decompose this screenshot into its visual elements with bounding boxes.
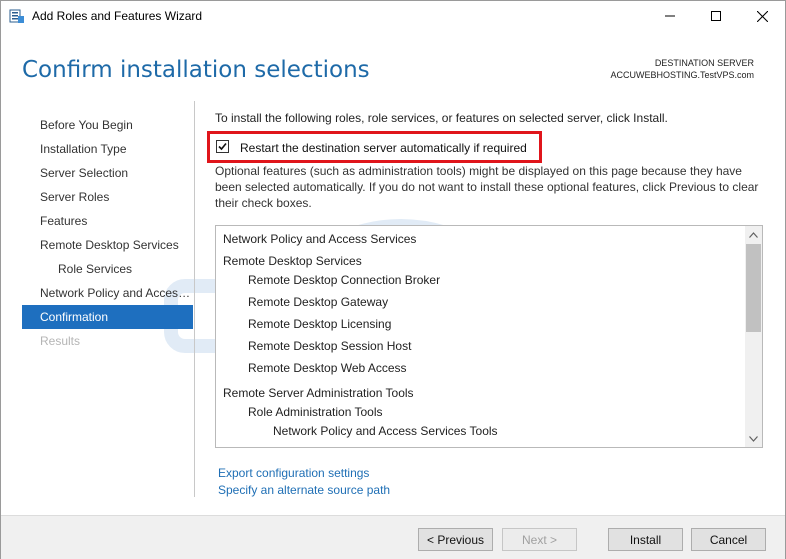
nav-item-server-roles[interactable]: Server Roles: [22, 185, 193, 209]
list-item: Network Policy and Access Services Tools: [273, 424, 498, 438]
checkmark-icon: [218, 142, 227, 151]
minimize-button[interactable]: [647, 1, 693, 31]
list-item: Remote Server Administration Tools: [223, 386, 414, 400]
alternate-source-link[interactable]: Specify an alternate source path: [218, 483, 390, 497]
maximize-icon: [711, 11, 721, 21]
scroll-down-button[interactable]: [745, 430, 762, 447]
install-button[interactable]: Install: [608, 528, 683, 551]
nav-divider: [194, 101, 195, 497]
destination-server-label: DESTINATION SERVER: [654, 58, 754, 68]
page-title: Confirm installation selections: [22, 57, 370, 83]
list-item: Remote Desktop Services: [223, 254, 362, 268]
window-title: Add Roles and Features Wizard: [32, 9, 203, 23]
selections-listbox[interactable]: Network Policy and Access Services Remot…: [215, 225, 763, 448]
destination-server-name: ACCUWEBHOSTING.TestVPS.com: [610, 70, 754, 80]
list-scrollbar[interactable]: [745, 226, 762, 447]
chevron-up-icon: [749, 231, 758, 238]
next-button[interactable]: Next >: [502, 528, 577, 551]
restart-checkbox[interactable]: [216, 140, 229, 153]
nav-item-features[interactable]: Features: [22, 209, 193, 233]
intro-text: To install the following roles, role ser…: [215, 111, 668, 125]
list-item: Role Administration Tools: [248, 405, 383, 419]
optional-features-text: Optional features (such as administratio…: [215, 164, 759, 210]
maximize-button[interactable]: [693, 1, 739, 31]
close-button[interactable]: [739, 1, 785, 31]
nav-item-remote-desktop-services[interactable]: Remote Desktop Services: [22, 233, 193, 257]
nav-item-results: Results: [40, 334, 81, 348]
cancel-button[interactable]: Cancel: [691, 528, 766, 551]
nav-item-role-services[interactable]: Role Services: [22, 257, 193, 281]
wizard-nav: Before You Begin Installation Type Serve…: [22, 113, 193, 353]
list-item: Network Policy and Access Services: [223, 232, 417, 246]
close-icon: [756, 10, 768, 22]
title-bar: Add Roles and Features Wizard: [1, 1, 785, 31]
chevron-down-icon: [749, 435, 758, 442]
nav-item-network-policy[interactable]: Network Policy and Access Services: [22, 281, 193, 305]
restart-checkbox-label[interactable]: Restart the destination server automatic…: [240, 141, 527, 155]
server-manager-icon: [9, 8, 25, 24]
export-configuration-link[interactable]: Export configuration settings: [218, 466, 369, 480]
nav-item-installation-type[interactable]: Installation Type: [22, 137, 193, 161]
previous-button[interactable]: < Previous: [418, 528, 493, 551]
list-item: Remote Desktop Gateway: [248, 295, 389, 309]
list-item: Remote Desktop Connection Broker: [248, 273, 441, 287]
list-item: Remote Desktop Licensing: [248, 317, 392, 331]
list-item: Remote Desktop Session Host: [248, 339, 412, 353]
minimize-icon: [665, 15, 675, 17]
wizard-window: Add Roles and Features Wizard Confirm in…: [0, 0, 786, 559]
nav-item-before-you-begin[interactable]: Before You Begin: [22, 113, 193, 137]
list-item: Remote Desktop Web Access: [248, 361, 407, 375]
nav-item-server-selection[interactable]: Server Selection: [22, 161, 193, 185]
scroll-up-button[interactable]: [745, 226, 762, 243]
scroll-thumb[interactable]: [746, 244, 761, 332]
nav-item-confirmation[interactable]: Confirmation: [22, 305, 193, 329]
